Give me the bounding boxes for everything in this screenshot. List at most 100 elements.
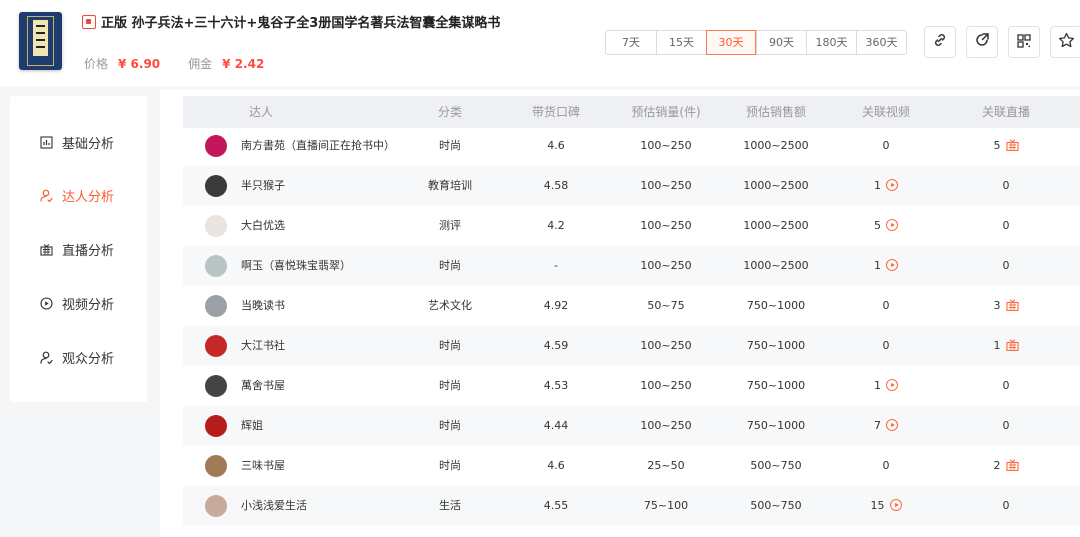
category-cell: 生活 bbox=[439, 499, 461, 512]
person-icon bbox=[40, 351, 53, 364]
range-7d[interactable]: 7天 bbox=[606, 31, 656, 54]
col-revenue[interactable]: 预估销售额 bbox=[726, 96, 826, 128]
videos-count: 0 bbox=[882, 339, 890, 352]
videos-cell[interactable]: 7 bbox=[836, 406, 936, 446]
influencer-name[interactable]: 萬舍书屋 bbox=[241, 366, 285, 406]
live-icon[interactable] bbox=[1005, 448, 1019, 472]
bar-chart-icon bbox=[40, 135, 53, 149]
lives-cell[interactable]: 5 bbox=[956, 126, 1056, 166]
videos-count: 0 bbox=[882, 299, 890, 312]
influencer-avatar[interactable] bbox=[205, 335, 227, 357]
sales-cell: 100~250 bbox=[640, 139, 692, 152]
videos-cell: 0 bbox=[836, 326, 936, 366]
range-360d[interactable]: 360天 bbox=[856, 31, 906, 54]
play-icon[interactable] bbox=[886, 259, 898, 271]
range-180d[interactable]: 180天 bbox=[806, 31, 856, 54]
table-row[interactable]: 大江书社 时尚 4.59 100~250 750~1000 0 1 bbox=[183, 326, 1080, 366]
favorite-button[interactable] bbox=[1050, 26, 1080, 58]
lives-cell[interactable]: 3 bbox=[956, 286, 1056, 326]
play-icon[interactable] bbox=[886, 219, 898, 231]
col-rating[interactable]: 带货口碑 bbox=[516, 96, 596, 128]
sidebar-item-label: 直播分析 bbox=[62, 243, 115, 259]
influencer-name[interactable]: 大江书社 bbox=[241, 326, 285, 366]
range-15d[interactable]: 15天 bbox=[656, 31, 706, 54]
table-row[interactable]: 南方書苑（直播间正在抢书中） 时尚 4.6 100~250 1000~2500 0 5 bbox=[183, 126, 1080, 166]
influencer-avatar[interactable] bbox=[205, 495, 227, 517]
table-row[interactable]: 三味书屋 时尚 4.6 25~50 500~750 0 2 bbox=[183, 446, 1080, 486]
live-icon[interactable] bbox=[1005, 288, 1019, 312]
revenue-cell: 500~750 bbox=[750, 499, 802, 512]
play-icon[interactable] bbox=[886, 419, 898, 431]
lives-count: 1 bbox=[993, 339, 1001, 352]
play-icon[interactable] bbox=[886, 179, 898, 191]
influencer-name[interactable]: 当晚读书 bbox=[241, 286, 285, 326]
influencer-avatar[interactable] bbox=[205, 415, 227, 437]
lives-cell[interactable]: 2 bbox=[956, 446, 1056, 486]
influencer-name[interactable]: 啊玉（喜悦珠宝翡翠） bbox=[241, 246, 351, 286]
lives-count: 0 bbox=[1002, 499, 1010, 512]
videos-cell[interactable]: 1 bbox=[836, 166, 936, 206]
table-row[interactable]: 啊玉（喜悦珠宝翡翠） 时尚 - 100~250 1000~2500 1 0 bbox=[183, 246, 1080, 286]
influencer-table: 达人 分类 带货口碑 预估销量(件) 预估销售额 关联视频 关联直播 南方書苑（… bbox=[160, 90, 1080, 537]
influencer-name[interactable]: 小浅浅爱生活 bbox=[241, 486, 307, 526]
sales-cell: 50~75 bbox=[647, 299, 685, 312]
range-30d[interactable]: 30天 bbox=[706, 30, 756, 55]
sidebar-item-basic[interactable]: 基础分析 bbox=[10, 131, 147, 153]
influencer-name[interactable]: 半只猴子 bbox=[241, 166, 285, 206]
sales-cell: 100~250 bbox=[640, 259, 692, 272]
range-90d[interactable]: 90天 bbox=[756, 31, 806, 54]
col-sales[interactable]: 预估销量(件) bbox=[616, 96, 716, 128]
influencer-name[interactable]: 南方書苑（直播间正在抢书中） bbox=[241, 126, 395, 166]
play-icon[interactable] bbox=[886, 379, 898, 391]
sidebar-item-influencer[interactable]: 达人分析 bbox=[10, 184, 147, 206]
link-button[interactable] bbox=[924, 26, 956, 58]
table-row[interactable]: 萬舍书屋 时尚 4.53 100~250 750~1000 1 0 bbox=[183, 366, 1080, 406]
live-icon[interactable] bbox=[1005, 128, 1019, 152]
table-row[interactable]: 当晚读书 艺术文化 4.92 50~75 750~1000 0 3 bbox=[183, 286, 1080, 326]
category-cell: 时尚 bbox=[439, 339, 461, 352]
influencer-avatar[interactable] bbox=[205, 215, 227, 237]
play-icon[interactable] bbox=[889, 499, 902, 511]
videos-count: 15 bbox=[870, 499, 885, 512]
product-title[interactable]: 正版 孙子兵法+三十六计+鬼谷子全3册国学名著兵法智囊全集谋略书 bbox=[101, 12, 500, 31]
influencer-avatar[interactable] bbox=[205, 295, 227, 317]
revenue-cell: 750~1000 bbox=[746, 339, 806, 352]
analysis-sidebar: 基础分析 达人分析 直播分析 视频分析 观众分析 bbox=[10, 96, 147, 402]
influencer-avatar[interactable] bbox=[205, 135, 227, 157]
influencer-name[interactable]: 大白优选 bbox=[241, 206, 285, 246]
table-row[interactable]: 半只猴子 教育培训 4.58 100~250 1000~2500 1 0 bbox=[183, 166, 1080, 206]
lives-cell[interactable]: 1 bbox=[956, 326, 1056, 366]
table-row[interactable]: 小浅浅爱生活 生活 4.55 75~100 500~750 15 0 bbox=[183, 486, 1080, 526]
live-icon[interactable] bbox=[1005, 328, 1019, 352]
videos-cell[interactable]: 15 bbox=[836, 486, 936, 526]
col-videos[interactable]: 关联视频 bbox=[836, 96, 936, 128]
videos-cell: 0 bbox=[836, 446, 936, 486]
revenue-cell: 500~750 bbox=[750, 459, 802, 472]
videos-cell[interactable]: 5 bbox=[836, 206, 936, 246]
category-cell: 时尚 bbox=[439, 379, 461, 392]
sidebar-item-live[interactable]: 直播分析 bbox=[10, 238, 147, 260]
product-thumbnail[interactable] bbox=[19, 12, 62, 70]
sidebar-item-audience[interactable]: 观众分析 bbox=[10, 346, 147, 368]
lives-cell: 0 bbox=[956, 206, 1056, 246]
videos-cell[interactable]: 1 bbox=[836, 246, 936, 286]
influencer-avatar[interactable] bbox=[205, 175, 227, 197]
influencer-avatar[interactable] bbox=[205, 455, 227, 477]
rating-cell: 4.59 bbox=[543, 339, 569, 352]
rating-cell: 4.55 bbox=[543, 499, 569, 512]
share-button[interactable] bbox=[966, 26, 998, 58]
category-cell: 时尚 bbox=[439, 259, 461, 272]
table-row[interactable]: 大白优选 测评 4.2 100~250 1000~2500 5 0 bbox=[183, 206, 1080, 246]
videos-cell[interactable]: 1 bbox=[836, 366, 936, 406]
sales-cell: 100~250 bbox=[640, 379, 692, 392]
sidebar-item-label: 基础分析 bbox=[62, 136, 115, 152]
influencer-name[interactable]: 辉姐 bbox=[241, 406, 263, 446]
influencer-avatar[interactable] bbox=[205, 255, 227, 277]
qrcode-button[interactable] bbox=[1008, 26, 1040, 58]
person-icon bbox=[40, 189, 53, 202]
sidebar-item-video[interactable]: 视频分析 bbox=[10, 292, 147, 314]
influencer-avatar[interactable] bbox=[205, 375, 227, 397]
table-row[interactable]: 辉姐 时尚 4.44 100~250 750~1000 7 0 bbox=[183, 406, 1080, 446]
influencer-name[interactable]: 三味书屋 bbox=[241, 446, 285, 486]
col-lives[interactable]: 关联直播 bbox=[956, 96, 1056, 128]
